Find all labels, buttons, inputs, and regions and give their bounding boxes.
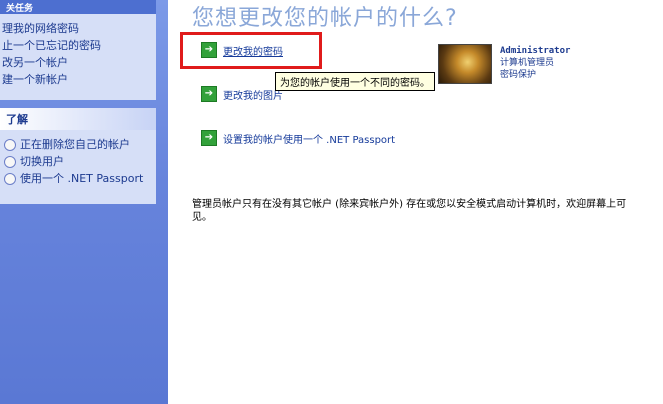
account-avatar xyxy=(438,44,492,84)
task-link-forgotten-password[interactable]: 止一个已忘记的密码 xyxy=(2,37,154,54)
learn-link-switch-user[interactable]: 切换用户 xyxy=(2,153,154,170)
learn-link-net-passport[interactable]: 使用一个 .NET Passport xyxy=(2,170,154,187)
learn-panel: 了解 正在删除您自己的帐户 切换用户 使用一个 .NET Passport xyxy=(0,108,156,204)
admin-note: 管理员帐户只有在没有其它帐户 (除来宾帐户外) 存在或您以安全模式启动计算机时，… xyxy=(192,199,627,223)
action-change-picture[interactable]: ➔ 更改我的图片 xyxy=(201,86,283,102)
learn-link-delete-own-account[interactable]: 正在删除您自己的帐户 xyxy=(2,136,154,153)
green-arrow-icon: ➔ xyxy=(201,130,217,146)
main-content: 您想更改您的帐户的什么? ➔ 更改我的密码 ➔ 更改我的图片 ➔ 设置我的帐户使… xyxy=(168,0,663,404)
help-bullet-icon xyxy=(4,172,16,185)
help-bullet-icon xyxy=(4,155,16,168)
task-link-create-account[interactable]: 建一个新帐户 xyxy=(2,71,154,88)
action-change-password[interactable]: ➔ 更改我的密码 xyxy=(201,42,283,58)
tasks-header: 关任务 xyxy=(0,0,156,14)
help-bullet-icon xyxy=(4,138,16,151)
learn-header: 了解 xyxy=(0,108,156,130)
account-type: 计算机管理员 xyxy=(500,58,555,68)
action-net-passport[interactable]: ➔ 设置我的帐户使用一个 .NET Passport xyxy=(201,130,395,146)
page-title: 您想更改您的帐户的什么? xyxy=(192,6,458,31)
tooltip: 为您的帐户使用一个不同的密码。 xyxy=(275,72,435,91)
account-name: Administrator xyxy=(500,46,571,56)
tasks-panel: 关任务 理我的网络密码 止一个已忘记的密码 改另一个帐户 建一个新帐户 xyxy=(0,0,156,100)
sidebar: 关任务 理我的网络密码 止一个已忘记的密码 改另一个帐户 建一个新帐户 了解 正… xyxy=(0,0,168,404)
task-link-network-password[interactable]: 理我的网络密码 xyxy=(2,20,154,37)
account-info: Administrator 计算机管理员 密码保护 xyxy=(500,45,570,81)
account-status: 密码保护 xyxy=(500,70,537,80)
green-arrow-icon: ➔ xyxy=(201,42,217,58)
task-link-change-other-account[interactable]: 改另一个帐户 xyxy=(2,54,154,71)
green-arrow-icon: ➔ xyxy=(201,86,217,102)
